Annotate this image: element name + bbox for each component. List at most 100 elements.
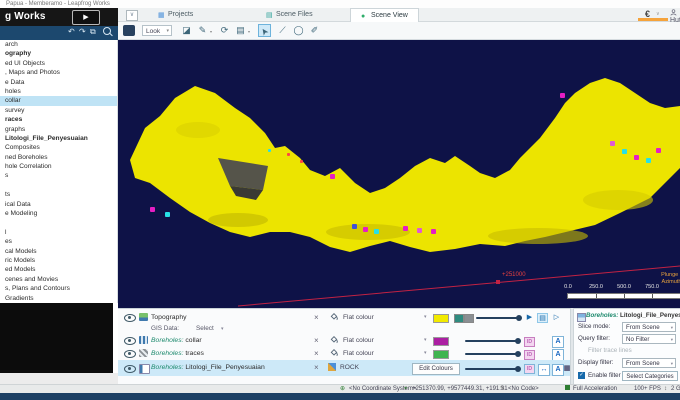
label-toggle-button[interactable]: A [552, 335, 564, 348]
select-categories-button[interactable]: Select Categories [622, 371, 678, 381]
tree-item[interactable]: races [0, 115, 117, 124]
play-button[interactable]: ▶ [72, 10, 100, 25]
tree-item[interactable]: s, Plans and Contours [0, 284, 117, 293]
slice-tool-icon[interactable]: ◪ [180, 24, 193, 37]
borehole-marker[interactable] [646, 158, 651, 163]
borehole-marker[interactable] [610, 141, 615, 146]
ruler-tool-icon[interactable]: ⟋ [276, 24, 289, 37]
remove-icon[interactable]: × [314, 311, 319, 324]
copy-icon[interactable]: ⧉ [90, 27, 96, 37]
colour-mode-dropdown[interactable]: Flat colour [343, 311, 374, 324]
legend-toggle[interactable] [454, 314, 464, 323]
borehole-marker[interactable] [287, 153, 290, 156]
colour-swatch[interactable] [433, 337, 449, 346]
remove-icon[interactable]: × [314, 360, 319, 376]
tree-item[interactable]: survey [0, 106, 117, 115]
tab-scene-files[interactable]: ▤ Scene Files [266, 8, 313, 22]
remove-icon[interactable]: × [314, 334, 319, 347]
tree-item[interactable]: holes [0, 87, 117, 96]
visibility-eye-icon[interactable] [124, 350, 136, 358]
scene-menu-icon[interactable] [123, 25, 135, 36]
borehole-marker[interactable] [330, 174, 335, 179]
borehole-marker[interactable] [363, 227, 368, 232]
tab-scene-view[interactable]: ● Scene View [350, 8, 419, 23]
tree-item[interactable]: ric Models [0, 256, 117, 265]
tree-item[interactable]: l [0, 228, 117, 237]
id-chip-button[interactable]: ID [524, 364, 535, 374]
tree-item[interactable]: es [0, 237, 117, 246]
visibility-eye-icon[interactable] [124, 364, 136, 373]
borehole-marker[interactable] [268, 149, 271, 152]
slice-mode-dropdown[interactable]: From Scene ▾ [622, 322, 676, 332]
colour-mode-dropdown[interactable]: Flat colour [343, 347, 374, 360]
opacity-slider[interactable] [465, 366, 521, 372]
tree-item[interactable]: graphs [0, 125, 117, 134]
visibility-eye-icon[interactable] [124, 314, 136, 322]
tree-item[interactable]: arch [0, 40, 117, 49]
label-toggle-button[interactable]: A [552, 348, 564, 361]
opacity-slider[interactable] [465, 351, 521, 357]
borehole-marker[interactable] [374, 229, 379, 234]
tree-item[interactable]: Composites [0, 143, 117, 152]
edit-colours-button[interactable]: Edit Colours [412, 363, 460, 375]
scene-viewport[interactable]: +251000 Plunge +0 Azimuth 3 0.0250.0500.… [118, 40, 680, 308]
colour-mode-dropdown[interactable]: ROCK [340, 360, 359, 376]
shape-row-collar[interactable]: Boreholes: collar × Flat colour ▾ ID A [118, 334, 570, 348]
circle-tool-icon[interactable]: ◯ [292, 24, 305, 37]
opacity-slider[interactable] [476, 315, 522, 321]
range-toggle-button[interactable]: ↔ [538, 363, 550, 376]
look-dropdown[interactable]: Look ▾ [142, 25, 172, 36]
tree-item[interactable]: Litologi_File_Penyesuaian [0, 134, 117, 143]
tree-item[interactable]: ed UI Objects [0, 59, 117, 68]
colour-swatch[interactable] [433, 314, 449, 323]
tree-item[interactable] [0, 181, 117, 190]
draw-slicer-icon[interactable]: ✎ [196, 24, 209, 37]
draw-slicer-caret-icon[interactable]: ▾ [210, 29, 212, 34]
tree-item[interactable]: ned Boreholes [0, 153, 117, 162]
borehole-marker[interactable] [656, 148, 661, 153]
play-button[interactable]: ▶ [524, 313, 535, 323]
borehole-marker[interactable] [300, 160, 303, 163]
borehole-marker[interactable] [431, 229, 436, 234]
borehole-marker[interactable] [560, 93, 565, 98]
visibility-eye-icon[interactable] [124, 337, 136, 345]
select-tool-icon[interactable]: ➤ [257, 25, 272, 39]
borehole-marker[interactable] [165, 212, 170, 217]
tree-item[interactable]: ts [0, 190, 117, 199]
display-filter-dropdown[interactable]: From Scene ▾ [622, 358, 676, 368]
redo-icon[interactable]: ↷ [79, 27, 86, 36]
remove-icon[interactable]: × [314, 347, 319, 360]
tree-item[interactable]: Gradients [0, 294, 117, 303]
measure-tool-icon[interactable]: ✐ [308, 24, 321, 37]
shape-row-traces[interactable]: Boreholes: traces × Flat colour ▾ ID A [118, 347, 570, 361]
shape-row-litologi[interactable]: Boreholes: Litologi_File_Penyesuaian × R… [118, 360, 570, 376]
tree-item[interactable]: e Modeling [0, 209, 117, 218]
tree-item[interactable]: ed Models [0, 265, 117, 274]
id-chip-button[interactable]: ID [524, 336, 535, 347]
shape-row-topography[interactable]: Topography × Flat colour ▾ ▶ ▤ ▷ [118, 311, 570, 324]
tree-item[interactable]: collar [0, 96, 117, 106]
tree-item[interactable]: ical Data [0, 200, 117, 209]
borehole-marker[interactable] [622, 149, 627, 154]
borehole-marker[interactable] [352, 224, 357, 229]
moving-plane-caret-icon[interactable]: ▾ [248, 29, 250, 34]
opacity-slider[interactable] [465, 338, 521, 344]
tree-item[interactable]: e Data [0, 78, 117, 87]
tree-item[interactable]: s [0, 171, 117, 180]
gis-data-select-dropdown[interactable]: Select [196, 324, 214, 334]
query-filter-dropdown[interactable]: No Filter ▾ [622, 334, 676, 344]
rotate-tool-icon[interactable]: ⟳ [218, 24, 231, 37]
secondary-swatch[interactable] [464, 314, 474, 323]
tree-item[interactable]: cenes and Movies [0, 275, 117, 284]
tree-item[interactable]: cal Models [0, 247, 117, 256]
borehole-marker[interactable] [634, 155, 639, 160]
search-icon[interactable] [103, 27, 111, 35]
tree-item[interactable]: hole Correlation [0, 162, 117, 171]
tree-item[interactable] [0, 218, 117, 227]
enable-filter-checkbox[interactable]: ✓ [578, 372, 585, 379]
colour-swatch[interactable] [433, 350, 449, 359]
play-outline-button[interactable]: ▷ [551, 313, 562, 323]
borehole-marker[interactable] [150, 207, 155, 212]
undo-icon[interactable]: ↶ [68, 27, 75, 36]
tree-item[interactable]: ography [0, 49, 117, 58]
